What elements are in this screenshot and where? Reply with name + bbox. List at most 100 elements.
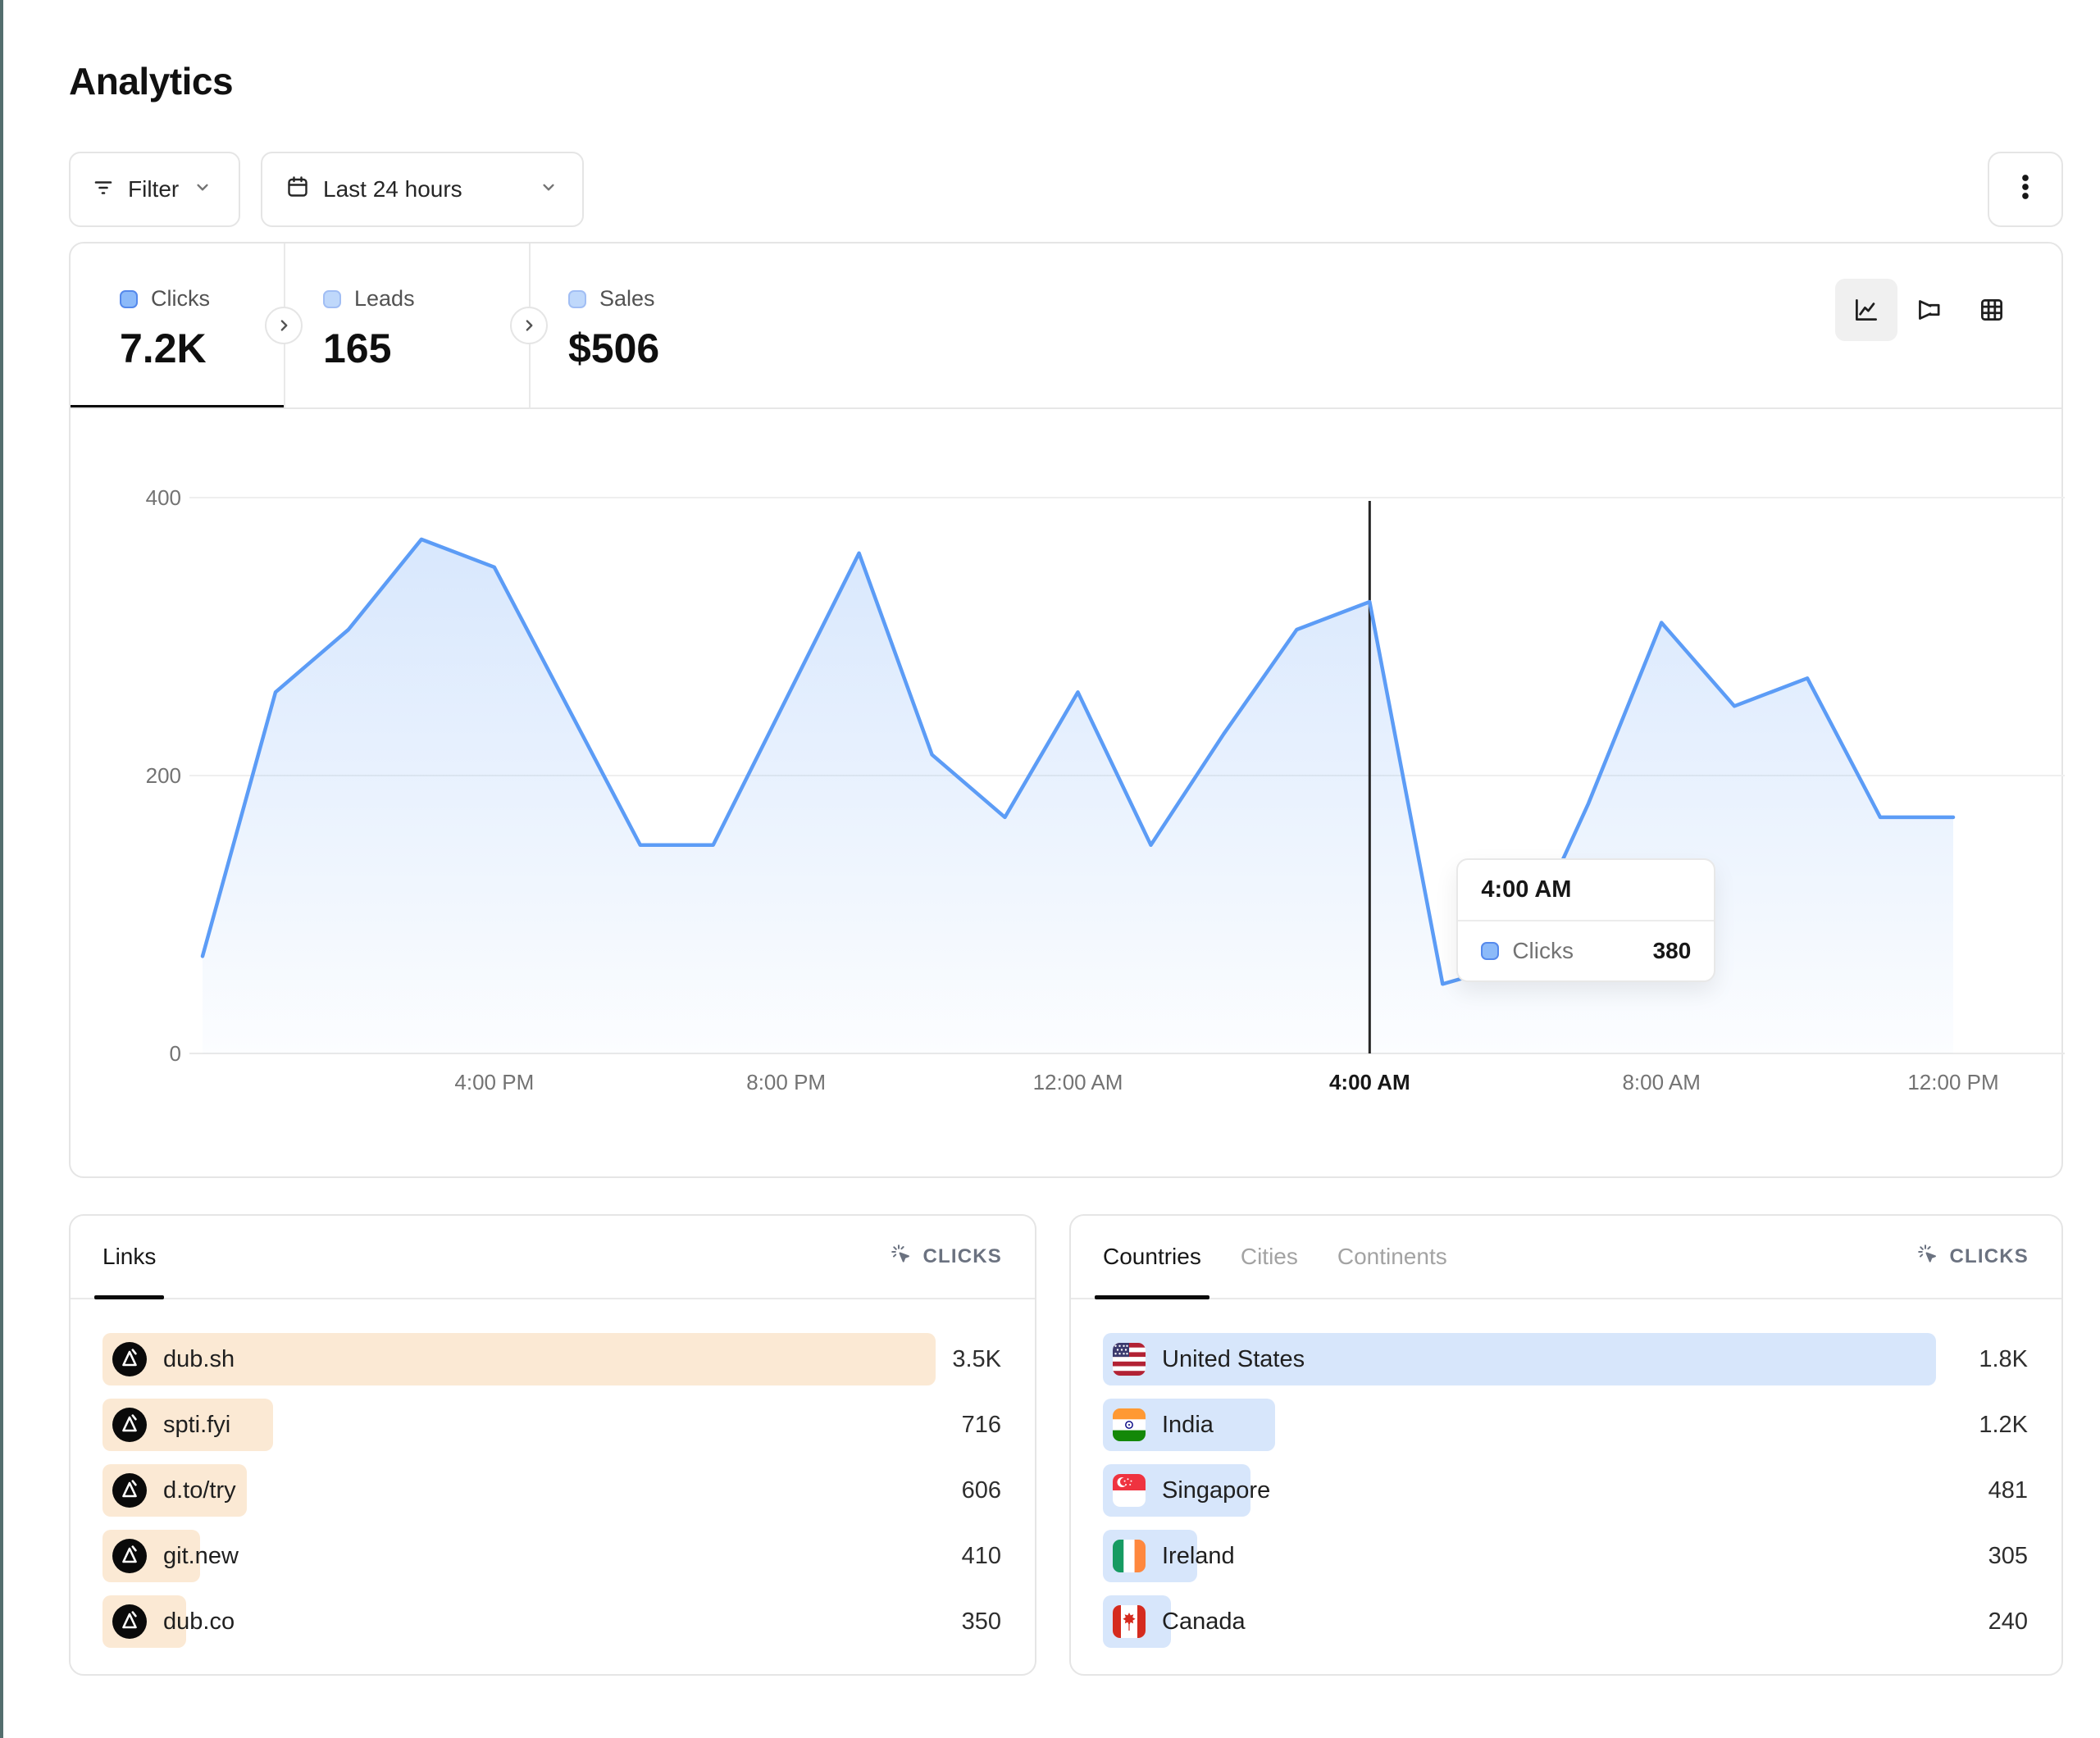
list-item[interactable]: Singapore 481: [1103, 1464, 2028, 1517]
x-axis-tick: 4:00 AM: [1329, 1070, 1410, 1094]
row-label: India: [1162, 1412, 1214, 1439]
countries-card: Countries Cities Continents CLICKS Unite…: [1069, 1214, 2063, 1676]
line-chart-view-button[interactable]: [1835, 279, 1897, 341]
x-axis-tick: 12:00 AM: [1033, 1070, 1123, 1094]
list-item[interactable]: spti.fyi 716: [102, 1399, 1001, 1451]
chart-tooltip: 4:00 AM Clicks 380: [1456, 858, 1715, 982]
links-card: Links CLICKS dub.sh 3.5K spti.fyi 716 d.to/t…: [69, 1214, 1036, 1676]
cursor-click-icon: [1916, 1243, 1939, 1272]
in-flag-icon: [1113, 1408, 1146, 1441]
tooltip-series-label: Clicks: [1512, 938, 1639, 964]
y-axis-tick: 200: [146, 763, 181, 788]
y-axis-tick: 0: [170, 1041, 181, 1066]
leads-legend-icon: [323, 290, 341, 308]
row-value: 606: [962, 1464, 1001, 1517]
filter-button[interactable]: Filter: [69, 152, 240, 227]
sales-legend-icon: [568, 290, 586, 308]
row-label: git.new: [163, 1543, 239, 1570]
row-value: 481: [1988, 1464, 2028, 1517]
filter-button-label: Filter: [128, 176, 179, 202]
row-value: 1.8K: [1979, 1333, 2028, 1385]
list-item[interactable]: dub.co 350: [102, 1595, 1001, 1648]
kebab-menu-icon: [2007, 169, 2043, 211]
table-grid-icon: [1976, 294, 2007, 325]
stat-label: Sales: [599, 286, 655, 312]
tooltip-time: 4:00 AM: [1458, 860, 1714, 921]
dub-logo-icon: [112, 1539, 147, 1573]
tab-leads[interactable]: Leads 165: [284, 243, 529, 407]
row-label: d.to/try: [163, 1477, 236, 1504]
tooltip-value: 380: [1653, 938, 1692, 964]
list-item[interactable]: d.to/try 606: [102, 1464, 1001, 1517]
y-axis-tick: 400: [146, 485, 181, 510]
row-label: spti.fyi: [163, 1412, 230, 1439]
sidebar-edge: [0, 0, 3, 1738]
date-range-button[interactable]: Last 24 hours: [261, 152, 584, 227]
stat-label: Clicks: [151, 286, 210, 312]
expand-clicks-button[interactable]: [265, 307, 303, 344]
tab-links[interactable]: Links: [102, 1216, 156, 1298]
row-value: 240: [1988, 1595, 2028, 1648]
tab-sales[interactable]: Sales $506: [529, 243, 955, 407]
tab-countries[interactable]: Countries: [1103, 1216, 1201, 1298]
us-flag-icon: [1113, 1343, 1146, 1376]
row-value: 305: [1988, 1530, 2028, 1582]
row-value: 410: [962, 1530, 1001, 1582]
dub-logo-icon: [112, 1473, 147, 1508]
x-axis-tick: 12:00 PM: [1907, 1070, 1998, 1094]
clicks-legend-icon: [120, 290, 138, 308]
dub-logo-icon: [112, 1342, 147, 1376]
stat-label: Leads: [354, 286, 415, 312]
x-axis-tick: 8:00 PM: [746, 1070, 826, 1094]
metric-selector[interactable]: CLICKS: [890, 1216, 1002, 1298]
date-range-label: Last 24 hours: [323, 176, 462, 202]
dub-logo-icon: [112, 1604, 147, 1639]
ie-flag-icon: [1113, 1540, 1146, 1572]
clicks-area-chart[interactable]: 0 200 400 4:00 PM 8:00 PM 12:00 AM 4:00 AM 8:00…: [71, 409, 2065, 1180]
cursor-click-icon: [890, 1243, 913, 1272]
sg-flag-icon: [1113, 1474, 1146, 1507]
filter-lines-icon: [92, 175, 115, 204]
list-item[interactable]: Ireland305: [1103, 1530, 2028, 1582]
dub-logo-icon: [112, 1408, 147, 1442]
row-value: 716: [962, 1399, 1001, 1451]
line-chart-icon: [1851, 294, 1882, 325]
list-item[interactable]: git.new 410: [102, 1530, 1001, 1582]
chevron-right-icon: [518, 315, 540, 336]
row-label: dub.sh: [163, 1346, 235, 1373]
ca-flag-icon: [1113, 1605, 1146, 1638]
calendar-icon: [285, 175, 310, 205]
row-label: Singapore: [1162, 1477, 1270, 1504]
metric-label: CLICKS: [1949, 1245, 2029, 1268]
stat-value: 165: [323, 325, 529, 372]
more-menu-button[interactable]: [1988, 152, 2063, 227]
chevron-down-icon: [192, 176, 213, 203]
expand-leads-button[interactable]: [510, 307, 548, 344]
funnel-view-button[interactable]: [1897, 279, 1960, 341]
list-item[interactable]: United States 1.8K: [1103, 1333, 2028, 1385]
list-item[interactable]: dub.sh 3.5K: [102, 1333, 1001, 1385]
row-label: dub.co: [163, 1608, 235, 1636]
tab-continents[interactable]: Continents: [1337, 1216, 1447, 1298]
metric-label: CLICKS: [922, 1245, 1002, 1268]
x-axis-tick: 4:00 PM: [454, 1070, 534, 1094]
row-value: 1.2K: [1979, 1399, 2028, 1451]
list-item[interactable]: India 1.2K: [1103, 1399, 2028, 1451]
row-value: 350: [962, 1595, 1001, 1648]
chevron-right-icon: [273, 315, 294, 336]
row-value: 3.5K: [952, 1333, 1001, 1385]
x-axis-tick: 8:00 AM: [1622, 1070, 1700, 1094]
row-label: United States: [1162, 1346, 1305, 1373]
tab-cities[interactable]: Cities: [1241, 1216, 1298, 1298]
table-view-button[interactable]: [1961, 279, 2023, 341]
stat-value: 7.2K: [120, 325, 284, 372]
stat-value: $506: [568, 325, 955, 372]
metric-selector[interactable]: CLICKS: [1916, 1216, 2029, 1298]
clicks-legend-icon: [1481, 942, 1499, 960]
page-title: Analytics: [69, 59, 233, 103]
list-item[interactable]: Canada240: [1103, 1595, 2028, 1648]
tab-clicks[interactable]: Clicks 7.2K: [71, 243, 284, 407]
chevron-down-icon: [538, 176, 559, 203]
funnel-chart-icon: [1913, 294, 1944, 325]
analytics-card: Clicks 7.2K Leads 165 Sales $506 0 200 400…: [69, 242, 2063, 1178]
